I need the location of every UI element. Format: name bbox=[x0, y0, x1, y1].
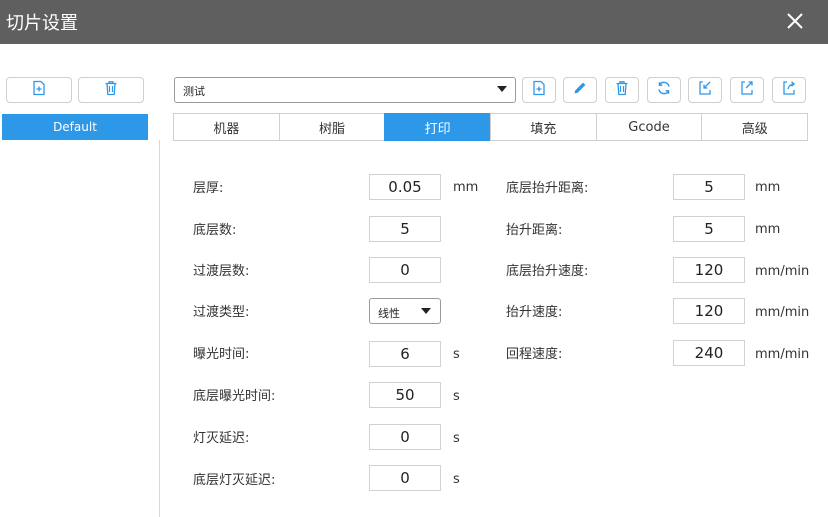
tab-gcode[interactable]: Gcode bbox=[595, 113, 703, 141]
title-bar: 切片设置 bbox=[0, 0, 828, 44]
trash-icon bbox=[103, 80, 119, 100]
bottom-light-off-delay-unit: s bbox=[453, 472, 460, 487]
add-config-button[interactable] bbox=[522, 77, 556, 103]
tab-print[interactable]: 打印 bbox=[384, 113, 492, 141]
retract-speed-unit: mm/min bbox=[755, 347, 810, 362]
bottom-exposure-time-unit: s bbox=[453, 389, 460, 404]
bottom-layers-label: 底层数: bbox=[193, 223, 237, 238]
delete-profile-button[interactable] bbox=[78, 77, 144, 103]
lift-distance-input[interactable]: 5 bbox=[673, 216, 745, 242]
bottom-lift-speed-label: 底层抬升速度: bbox=[506, 264, 589, 279]
chevron-down-icon bbox=[497, 86, 507, 92]
profile-item-default[interactable]: Default bbox=[2, 114, 148, 140]
lift-speed-input[interactable]: 120 bbox=[673, 298, 745, 324]
tab-resin[interactable]: 树脂 bbox=[278, 113, 386, 141]
close-icon[interactable] bbox=[780, 6, 810, 36]
light-off-delay-label: 灯灭延迟: bbox=[193, 431, 250, 446]
exposure-time-unit: s bbox=[453, 347, 460, 362]
light-off-delay-input[interactable]: 0 bbox=[369, 424, 441, 450]
layer-thickness-unit: mm bbox=[453, 180, 479, 195]
import-icon bbox=[697, 80, 713, 100]
bottom-lift-distance-input[interactable]: 5 bbox=[673, 174, 745, 200]
new-profile-button[interactable] bbox=[6, 77, 72, 103]
profile-select[interactable]: 测试 bbox=[174, 77, 516, 103]
bottom-lift-distance-unit: mm bbox=[755, 180, 781, 195]
refresh-config-button[interactable] bbox=[647, 77, 681, 103]
transition-layers-input[interactable]: 0 bbox=[369, 257, 441, 283]
bottom-exposure-time-label: 底层曝光时间: bbox=[193, 389, 276, 404]
exposure-time-input[interactable]: 6 bbox=[369, 341, 441, 367]
lift-distance-unit: mm bbox=[755, 222, 781, 237]
panel-divider bbox=[159, 140, 160, 517]
tab-infill[interactable]: 填充 bbox=[490, 113, 597, 141]
retract-speed-input[interactable]: 240 bbox=[673, 340, 745, 366]
layer-thickness-label: 层厚: bbox=[193, 181, 224, 196]
transition-type-select[interactable]: 线性 bbox=[369, 298, 441, 324]
export-icon bbox=[739, 80, 755, 100]
window-title: 切片设置 bbox=[6, 13, 78, 34]
lift-speed-label: 抬升速度: bbox=[506, 305, 563, 320]
settings-tabs: 机器 树脂 打印 填充 Gcode 高级 bbox=[173, 113, 809, 141]
bottom-lift-speed-input[interactable]: 120 bbox=[673, 257, 745, 283]
bottom-lift-speed-unit: mm/min bbox=[755, 264, 810, 279]
chevron-down-icon bbox=[421, 308, 431, 314]
bottom-lift-distance-label: 底层抬升距离: bbox=[506, 181, 589, 196]
export-config-button[interactable] bbox=[730, 77, 764, 103]
transition-type-label: 过渡类型: bbox=[193, 305, 250, 320]
transition-type-value: 线性 bbox=[378, 307, 400, 320]
share-config-button[interactable] bbox=[772, 77, 806, 103]
bottom-light-off-delay-input[interactable]: 0 bbox=[369, 465, 441, 491]
pencil-icon bbox=[572, 80, 588, 100]
add-file-icon bbox=[31, 80, 47, 100]
light-off-delay-unit: s bbox=[453, 431, 460, 446]
exposure-time-label: 曝光时间: bbox=[193, 347, 250, 362]
trash-icon bbox=[614, 80, 630, 100]
bottom-exposure-time-input[interactable]: 50 bbox=[369, 382, 441, 408]
lift-speed-unit: mm/min bbox=[755, 305, 810, 320]
layer-thickness-input[interactable]: 0.05 bbox=[369, 174, 441, 200]
refresh-icon bbox=[656, 80, 672, 100]
import-config-button[interactable] bbox=[688, 77, 722, 103]
tab-machine[interactable]: 机器 bbox=[173, 113, 280, 141]
bottom-layers-input[interactable]: 5 bbox=[369, 216, 441, 242]
add-file-icon bbox=[531, 80, 547, 100]
share-icon bbox=[781, 80, 797, 100]
bottom-light-off-delay-label: 底层灯灭延迟: bbox=[193, 473, 276, 488]
retract-speed-label: 回程速度: bbox=[506, 347, 563, 362]
profile-select-value: 测试 bbox=[183, 85, 205, 98]
rename-config-button[interactable] bbox=[563, 77, 597, 103]
transition-layers-label: 过渡层数: bbox=[193, 264, 250, 279]
delete-config-button[interactable] bbox=[605, 77, 639, 103]
tab-advanced[interactable]: 高级 bbox=[701, 113, 809, 141]
lift-distance-label: 抬升距离: bbox=[506, 223, 563, 238]
